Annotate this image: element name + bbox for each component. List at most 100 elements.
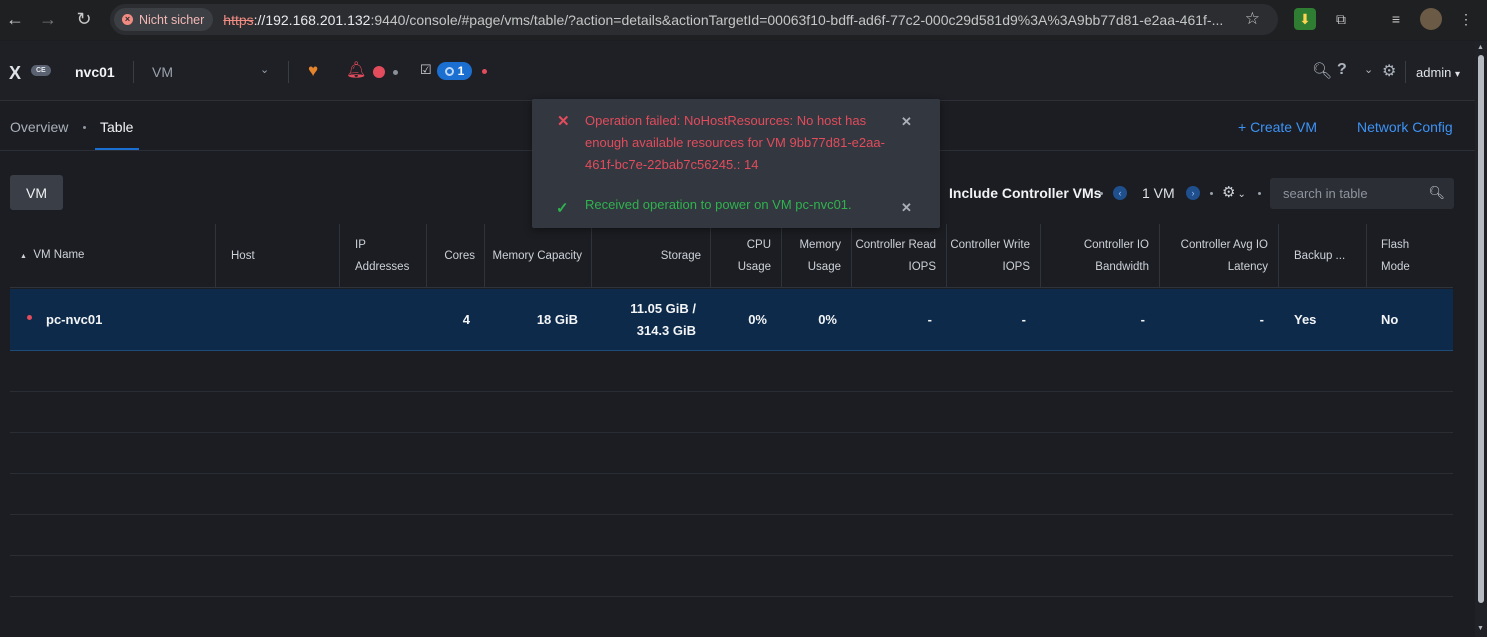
- create-vm-link[interactable]: + Create VM: [1238, 119, 1317, 135]
- vm-filter-button[interactable]: VM: [10, 175, 63, 210]
- column-storage[interactable]: Storage: [610, 224, 701, 288]
- table-search: 🔍︎: [1270, 178, 1454, 209]
- cluster-name[interactable]: nvc01: [75, 64, 115, 80]
- column-divider: [215, 224, 216, 288]
- task-count: 1: [457, 64, 465, 78]
- health-heart-icon[interactable]: ♥: [308, 61, 318, 81]
- tasks-badge[interactable]: 1: [437, 62, 472, 80]
- browser-menu-icon[interactable]: ⋮: [1455, 8, 1477, 30]
- header-divider: [133, 61, 134, 83]
- app-header: X CE nvc01 VM ⌄ ♥ 🔔︎ ☑ 1 🔍︎ ? ⌄ ⚙ admin ▾: [0, 41, 1475, 101]
- help-icon[interactable]: ?: [1337, 61, 1347, 79]
- security-chip[interactable]: × Nicht sicher: [114, 8, 214, 31]
- column-memory-usage[interactable]: Memory Usage: [786, 224, 841, 288]
- network-config-link[interactable]: Network Config: [1357, 119, 1453, 135]
- table-settings-gear-icon[interactable]: ⚙ ⌄: [1222, 183, 1246, 201]
- extensions-puzzle-icon[interactable]: ⧉: [1330, 8, 1352, 30]
- forward-icon[interactable]: →: [36, 7, 60, 31]
- table-row[interactable]: pc-nvc01 4 18 GiB 11.05 GiB / 314.3 GiB …: [10, 289, 1453, 351]
- success-check-icon: ✓: [556, 200, 569, 217]
- tasks-clipboard-icon[interactable]: ☑: [420, 62, 432, 78]
- notification-panel: ✕ Operation failed: NoHostResources: No …: [532, 99, 940, 228]
- column-controller-io-bandwidth[interactable]: Controller IO Bandwidth: [1050, 224, 1149, 288]
- url-text[interactable]: https://192.168.201.132:9440/console/#pa…: [223, 12, 1223, 28]
- column-host[interactable]: Host: [231, 224, 331, 288]
- column-ctrl-write-label-1: Controller Write: [950, 239, 1030, 251]
- page-scrollbar[interactable]: ▲ ▼: [1475, 41, 1487, 637]
- close-error-notification-icon[interactable]: ✕: [901, 114, 912, 130]
- column-ip-label-1: IP: [355, 239, 366, 251]
- scroll-up-arrow-icon[interactable]: ▲: [1477, 44, 1484, 51]
- column-ctrl-read-label-1: Controller Read: [855, 239, 936, 251]
- tab-table[interactable]: Table: [100, 119, 133, 135]
- column-divider: [591, 224, 592, 288]
- column-mem-usage-label-1: Memory: [799, 239, 841, 251]
- not-secure-icon: ×: [122, 14, 133, 25]
- column-divider: [426, 224, 427, 288]
- column-controller-avg-io-latency[interactable]: Controller Avg IO Latency: [1160, 224, 1268, 288]
- header-divider: [1405, 61, 1406, 83]
- column-flash-label-1: Flash: [1381, 239, 1410, 251]
- column-ctrl-write-label-2: IOPS: [1002, 261, 1030, 273]
- column-storage-label: Storage: [660, 250, 701, 262]
- reading-list-icon[interactable]: ≡: [1385, 8, 1407, 30]
- empty-row-divider: [10, 473, 1453, 474]
- extension-download-icon[interactable]: ⬇: [1294, 8, 1316, 30]
- search-magnifier-icon[interactable]: 🔍︎: [1428, 185, 1445, 201]
- scrollbar-thumb[interactable]: [1478, 55, 1484, 603]
- logo-mark: X: [9, 63, 22, 83]
- reload-icon[interactable]: ↻: [72, 7, 96, 31]
- scroll-down-arrow-icon[interactable]: ▼: [1477, 625, 1484, 632]
- column-backup[interactable]: Backup ...: [1294, 224, 1364, 288]
- critical-alert-dot[interactable]: [373, 66, 385, 78]
- help-chevron-down-icon[interactable]: ⌄: [1364, 63, 1373, 76]
- next-page-icon[interactable]: ›: [1186, 186, 1200, 200]
- column-cpu-label-2: Usage: [737, 261, 771, 273]
- toolbar-separator: [1100, 192, 1103, 195]
- search-input[interactable]: [1270, 178, 1420, 209]
- include-controller-vms-toggle[interactable]: Include Controller VMs: [949, 185, 1101, 201]
- url-path: :9440/console/#page/vms/table/?action=de…: [370, 11, 1224, 28]
- cell-flash-mode: No: [1381, 312, 1399, 327]
- bookmark-star-icon[interactable]: ☆: [1245, 9, 1260, 29]
- tab-overview[interactable]: Overview: [10, 119, 68, 135]
- cell-controller-write-iops: -: [1021, 312, 1026, 327]
- cell-vm-name[interactable]: pc-nvc01: [46, 312, 102, 327]
- search-icon[interactable]: 🔍︎: [1312, 61, 1332, 81]
- column-memory-capacity-label: Memory Capacity: [492, 250, 582, 262]
- entity-selector[interactable]: VM: [152, 64, 173, 80]
- column-flash-mode[interactable]: Flash Mode: [1381, 224, 1441, 288]
- user-name: admin: [1416, 65, 1452, 80]
- column-cores-label: Cores: [444, 250, 475, 262]
- vm-count: 1 VM: [1142, 185, 1175, 201]
- empty-row-divider: [10, 391, 1453, 392]
- column-ctrl-read-label-2: IOPS: [908, 261, 936, 273]
- close-success-notification-icon[interactable]: ✕: [901, 200, 912, 216]
- column-divider: [339, 224, 340, 288]
- cell-cpu-usage: 0%: [748, 312, 767, 327]
- settings-gear-icon[interactable]: ⚙: [1382, 61, 1396, 81]
- cell-storage-total: 314.3 GiB: [636, 323, 696, 338]
- column-ip-addresses[interactable]: IP Addresses: [355, 224, 435, 288]
- user-menu[interactable]: admin ▾: [1416, 65, 1460, 80]
- column-controller-read-iops[interactable]: Controller Read IOPS: [850, 224, 936, 288]
- cell-storage-used: 11.05 GiB /: [630, 301, 696, 316]
- chevron-down-icon[interactable]: ⌄: [260, 63, 269, 76]
- column-vm-name[interactable]: ▲ VM Name: [20, 224, 220, 288]
- column-cpu-usage[interactable]: CPU Usage: [715, 224, 771, 288]
- nutanix-logo[interactable]: X CE: [9, 63, 51, 84]
- column-memory-capacity[interactable]: Memory Capacity: [480, 224, 582, 288]
- table-header: ▲ VM Name Host IP Addresses Cores Memory …: [10, 224, 1453, 288]
- column-controller-write-iops[interactable]: Controller Write IOPS: [940, 224, 1030, 288]
- column-flash-label-2: Mode: [1381, 261, 1410, 273]
- profile-avatar[interactable]: [1420, 8, 1442, 30]
- address-bar[interactable]: × Nicht sicher https://192.168.201.132:9…: [110, 4, 1278, 35]
- cell-cores: 4: [462, 312, 470, 327]
- alerts-bell-icon[interactable]: 🔔︎: [346, 60, 366, 80]
- warning-alert-dot: [393, 70, 398, 75]
- column-cores[interactable]: Cores: [430, 224, 475, 288]
- browser-toolbar: ← → ↻ × Nicht sicher https://192.168.201…: [0, 0, 1487, 40]
- column-ip-label-2: Addresses: [355, 261, 410, 273]
- previous-page-icon[interactable]: ‹: [1113, 186, 1127, 200]
- back-icon[interactable]: ←: [3, 7, 27, 31]
